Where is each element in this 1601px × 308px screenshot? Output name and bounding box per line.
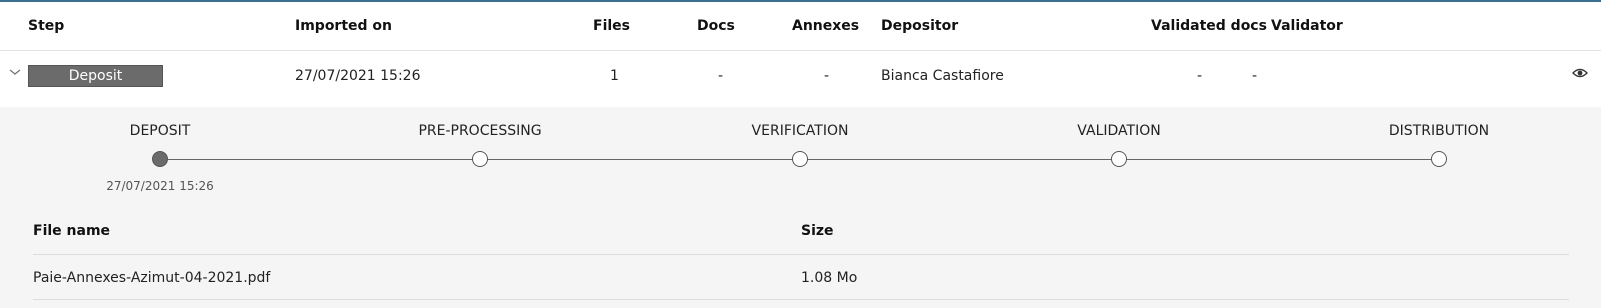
file-size-value: 1.08 Mo — [801, 270, 858, 286]
timeline-step-preprocessing-label: PRE-PROCESSING — [418, 123, 542, 139]
timeline-dot-validation — [1111, 151, 1127, 167]
timeline-step-distribution-label: DISTRIBUTION — [1388, 123, 1490, 139]
file-name-value: Paie-Annexes-Azimut-04-2021.pdf — [33, 270, 271, 286]
header-docs[interactable]: Docs — [697, 18, 735, 34]
files-count: 1 — [610, 68, 619, 84]
header-files[interactable]: Files — [593, 18, 630, 34]
timeline-deposit-date: 27/07/2021 15:26 — [106, 179, 214, 193]
header-depositor[interactable]: Depositor — [881, 18, 958, 34]
row-detail-panel: DEPOSIT PRE-PROCESSING VERIFICATION VALI… — [0, 107, 1601, 308]
timeline-dot-preprocessing — [472, 151, 488, 167]
step-badge: Deposit — [28, 65, 163, 87]
header-step[interactable]: Step — [28, 18, 64, 34]
timeline-dot-deposit — [152, 151, 168, 167]
timeline-step-validation-label: VALIDATION — [1077, 123, 1161, 139]
table-header: Step Imported on Files Docs Annexes Depo… — [0, 2, 1601, 51]
annexes-count: - — [824, 68, 830, 84]
files-table-header: File name Size — [33, 215, 1569, 255]
timeline-dot-verification — [792, 151, 808, 167]
imported-on-value: 27/07/2021 15:26 — [295, 68, 421, 84]
file-row[interactable]: Paie-Annexes-Azimut-04-2021.pdf 1.08 Mo — [33, 256, 1569, 300]
header-validator[interactable]: Validator — [1271, 18, 1343, 34]
validated-docs-value: - — [1197, 68, 1203, 84]
table-row[interactable]: Deposit 27/07/2021 15:26 1 - - Bianca Ca… — [0, 51, 1601, 107]
chevron-down-icon[interactable] — [8, 65, 22, 79]
header-file-name: File name — [33, 223, 111, 239]
depositor-name: Bianca Castafiore — [881, 68, 1004, 84]
docs-count: - — [718, 68, 724, 84]
timeline-step-deposit-label: DEPOSIT — [129, 123, 191, 139]
validator-value: - — [1252, 68, 1258, 84]
header-imported-on[interactable]: Imported on — [295, 18, 392, 34]
timeline-step-verification-label: VERIFICATION — [751, 123, 849, 139]
header-validated-docs[interactable]: Validated docs — [1151, 18, 1267, 34]
header-annexes[interactable]: Annexes — [792, 18, 859, 34]
header-size: Size — [801, 223, 834, 239]
timeline-dot-distribution — [1431, 151, 1447, 167]
eye-icon[interactable] — [1572, 67, 1588, 79]
